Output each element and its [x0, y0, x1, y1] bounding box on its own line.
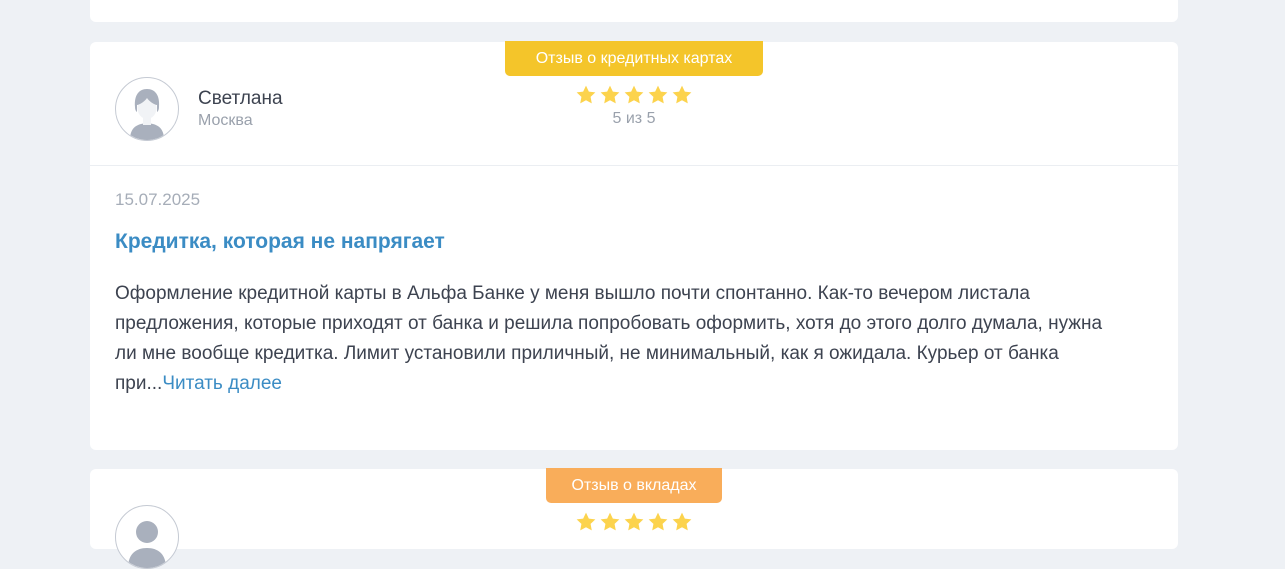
- star-icon: [648, 512, 668, 531]
- rating-stars: [573, 84, 695, 106]
- user-silhouette-icon: [130, 89, 164, 140]
- author-name: Светлана: [198, 88, 283, 109]
- rating-text: 5 из 5: [612, 110, 656, 127]
- next-review-author: [115, 505, 179, 569]
- review-title[interactable]: Кредитка, которая не напрягает: [115, 230, 445, 254]
- review-card: Отзыв о кредитных картах Светлана Москва…: [90, 41, 1178, 450]
- star-icon: [600, 512, 620, 531]
- star-icon: [576, 85, 596, 104]
- previous-review-card: [90, 0, 1178, 22]
- star-icon: [648, 85, 668, 104]
- star-icon: [624, 512, 644, 531]
- read-more-link[interactable]: Читать далее: [162, 373, 282, 394]
- next-review-card: Отзыв о вкладах: [90, 468, 1178, 569]
- rating-stars: [573, 511, 695, 533]
- divider: [90, 165, 1178, 166]
- avatar: [115, 77, 179, 141]
- author-city: Москва: [198, 112, 253, 129]
- review-rating: 5 из 5: [573, 84, 695, 128]
- review-text: Оформление кредитной карты в Альфа Банке…: [115, 279, 1125, 399]
- review-date: 15.07.2025: [115, 190, 201, 209]
- star-icon: [624, 85, 644, 104]
- star-icon: [600, 85, 620, 104]
- star-icon: [672, 512, 692, 531]
- star-icon: [672, 85, 692, 104]
- review-category-badge[interactable]: Отзыв о кредитных картах: [505, 41, 763, 76]
- review-author: Светлана Москва: [115, 77, 283, 141]
- user-silhouette-icon: [128, 521, 166, 568]
- avatar: [115, 505, 179, 569]
- next-review-rating: [573, 511, 695, 533]
- star-icon: [576, 512, 596, 531]
- next-review-category-badge[interactable]: Отзыв о вкладах: [546, 468, 722, 503]
